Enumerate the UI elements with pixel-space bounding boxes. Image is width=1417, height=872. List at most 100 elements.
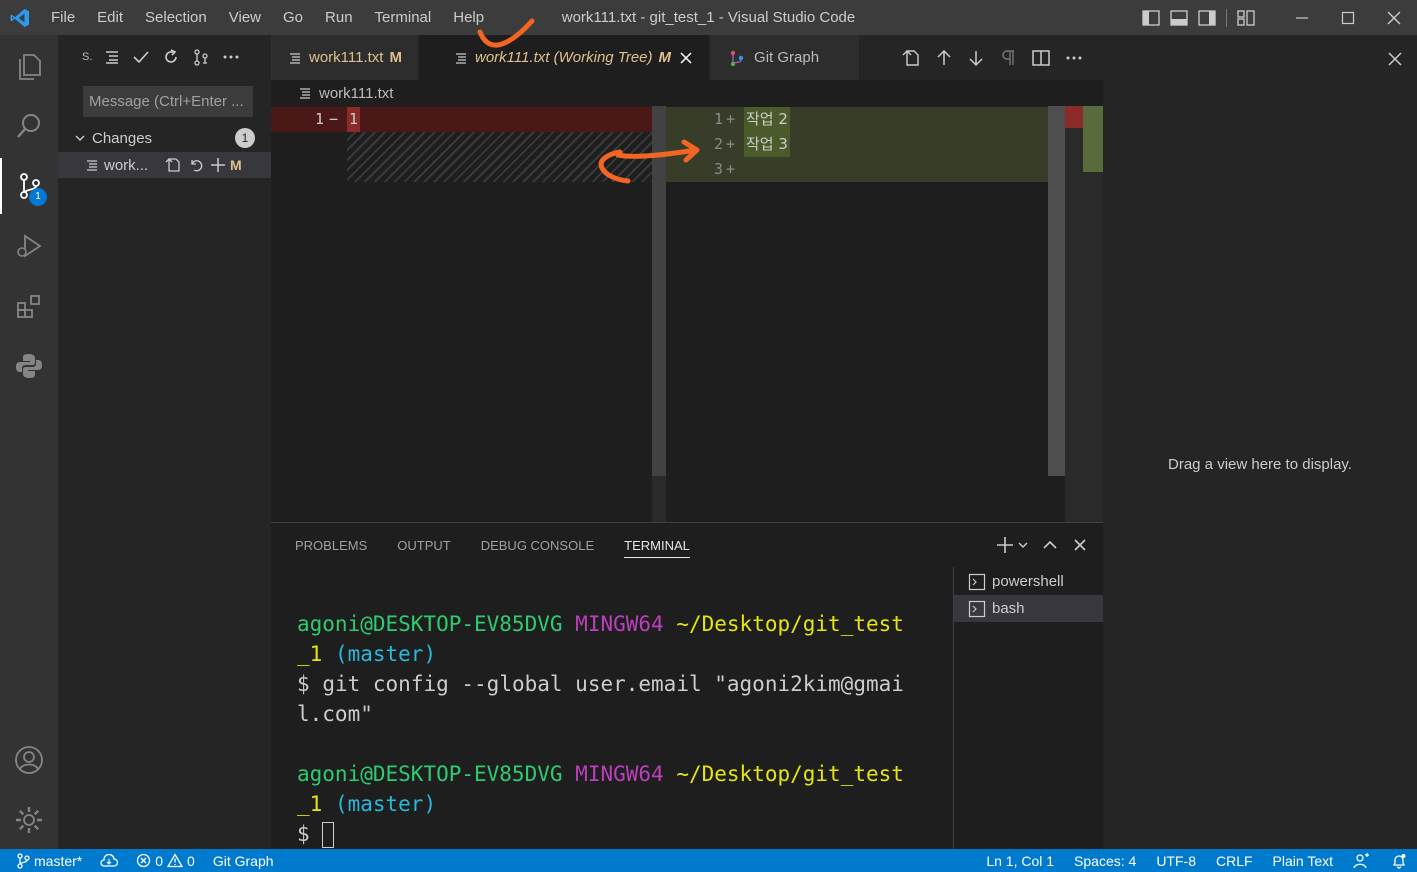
changed-file-item[interactable]: work... M [58,152,271,178]
tab-output[interactable]: OUTPUT [397,538,450,553]
tab-working-tree[interactable]: work111.txt (Working Tree) M [418,35,711,80]
more-actions-icon[interactable] [1065,55,1083,61]
close-tab-icon[interactable] [679,51,693,65]
accounts-button[interactable] [0,732,58,788]
vscode-logo-icon [0,0,40,35]
status-bar: master* 0 0 Git Graph Ln 1, Col 1 Spaces… [0,849,1417,872]
menu-view[interactable]: View [218,0,272,35]
diff-filler-hatch [347,132,652,182]
python-button[interactable] [0,338,58,394]
terminal-prompt-symbol: $ [297,822,310,846]
sync-status[interactable] [100,853,119,868]
search-icon [17,114,40,138]
toggle-panel-icon[interactable] [1170,9,1188,26]
manage-button[interactable] [0,792,58,848]
maximize-panel-icon[interactable] [1041,536,1059,554]
chevron-down-icon [75,135,85,141]
problems-status[interactable]: 0 0 [136,853,195,869]
status-right: Ln 1, Col 1 Spaces: 4 UTF-8 CRLF Plain T… [986,849,1417,872]
right-scrollbar-thumb[interactable] [1048,106,1065,476]
maximize-button[interactable] [1325,0,1371,35]
menu-file[interactable]: File [40,0,86,35]
diff-modified-pane[interactable]: 1 + 작업 2 2 + 작업 3 3 + [666,106,1066,522]
view-as-tree-icon[interactable] [104,49,120,65]
bottom-panel: PROBLEMS OUTPUT DEBUG CONSOLE TERMINAL a… [271,522,1103,850]
encoding[interactable]: UTF-8 [1156,853,1196,869]
error-count: 0 [155,852,164,869]
file-status-badge: M [230,157,242,173]
terminal-command: git config --global user.email "agoni2ki… [322,672,904,696]
tab-terminal[interactable]: TERMINAL [624,533,690,558]
run-debug-button[interactable] [0,218,58,274]
close-window-button[interactable] [1371,0,1417,35]
open-file-icon[interactable] [164,156,182,174]
chevron-down-icon[interactable] [1017,539,1029,551]
git-graph-label: Git Graph [212,852,274,869]
menu-terminal[interactable]: Terminal [364,0,443,35]
branch-status[interactable]: master* [16,853,82,869]
toggle-primary-sidebar-icon[interactable] [1142,9,1160,26]
menu-help[interactable]: Help [442,0,495,35]
menu-edit[interactable]: Edit [86,0,134,35]
source-control-button[interactable] [0,158,58,214]
feedback-button[interactable] [1353,852,1371,869]
title-bar: File Edit Selection View Go Run Terminal… [0,0,1417,35]
gear-icon [16,807,42,833]
terminal-prompt-line-cont: _1 (master) [297,789,927,819]
pilcrow-icon[interactable] [999,49,1017,67]
tab-debug-console[interactable]: DEBUG CONSOLE [481,538,594,553]
discard-changes-icon[interactable] [188,157,204,173]
added-content: 작업 3 [744,132,790,157]
new-terminal-icon[interactable] [995,535,1015,555]
status-left: master* 0 0 Git Graph [0,853,292,869]
git-graph-status[interactable]: Git Graph [213,853,274,869]
tab-git-graph[interactable]: Git Graph [710,35,861,80]
toggle-secondary-sidebar-icon[interactable] [1198,9,1216,26]
commit-check-icon[interactable] [132,49,150,65]
scm-title: S. [82,51,92,63]
search-button[interactable] [0,98,58,154]
close-panel-icon[interactable] [1071,536,1089,554]
added-content: 작업 2 [744,107,790,132]
editor-actions [901,35,1083,80]
commit-message-input[interactable]: Message (Ctrl+Enter ... [83,86,253,117]
tab-label: work111.txt (Working Tree) [474,49,653,66]
tab-modified-badge: M [658,49,672,66]
tab-problems[interactable]: PROBLEMS [295,538,367,553]
split-editor-icon[interactable] [1031,49,1051,67]
more-actions-icon[interactable] [222,54,240,60]
open-file-icon[interactable] [901,48,921,68]
close-secondary-sidebar-icon[interactable] [1381,45,1409,73]
git-graph-view-icon[interactable] [192,48,210,66]
cursor-position[interactable]: Ln 1, Col 1 [986,853,1054,869]
terminal-output[interactable]: agoni@DESKTOP-EV85DVG MINGW64 ~/Desktop/… [297,609,927,849]
terminal-path: ~/Desktop/git_test [676,612,904,636]
breadcrumb-file[interactable]: work111.txt [319,85,393,102]
notifications-button[interactable] [1391,853,1407,869]
minimize-button[interactable] [1279,0,1325,35]
left-scrollbar-thumb[interactable] [652,106,666,476]
menu-run[interactable]: Run [314,0,364,35]
customize-layout-icon[interactable] [1237,9,1255,26]
tab-label: Git Graph [754,49,820,66]
language-mode[interactable]: Plain Text [1273,853,1333,869]
terminal-list-item-powershell[interactable]: powershell [954,568,1103,595]
end-of-line[interactable]: CRLF [1216,853,1253,869]
stage-changes-icon[interactable] [210,157,226,173]
explorer-button[interactable] [0,38,58,94]
arrow-up-icon[interactable] [935,49,953,67]
terminal-user-host: agoni@DESKTOP-EV85DVG [297,612,563,636]
changes-group[interactable]: Changes 1 [58,125,271,151]
terminal-list-item-bash[interactable]: bash [954,595,1103,622]
terminal-prompt-line: agoni@DESKTOP-EV85DVG MINGW64 ~/Desktop/… [297,609,927,639]
arrow-down-icon[interactable] [967,49,985,67]
indentation[interactable]: Spaces: 4 [1074,853,1136,869]
deleted-content: 1 [347,107,361,132]
menu-selection[interactable]: Selection [134,0,218,35]
tab-work111[interactable]: work111.txt M [271,35,419,80]
diff-original-pane[interactable]: 1 − 1 [271,106,652,522]
secondary-sidebar: Drag a view here to display. [1103,80,1417,849]
menu-go[interactable]: Go [272,0,314,35]
extensions-button[interactable] [0,278,58,334]
refresh-icon[interactable] [162,48,180,66]
